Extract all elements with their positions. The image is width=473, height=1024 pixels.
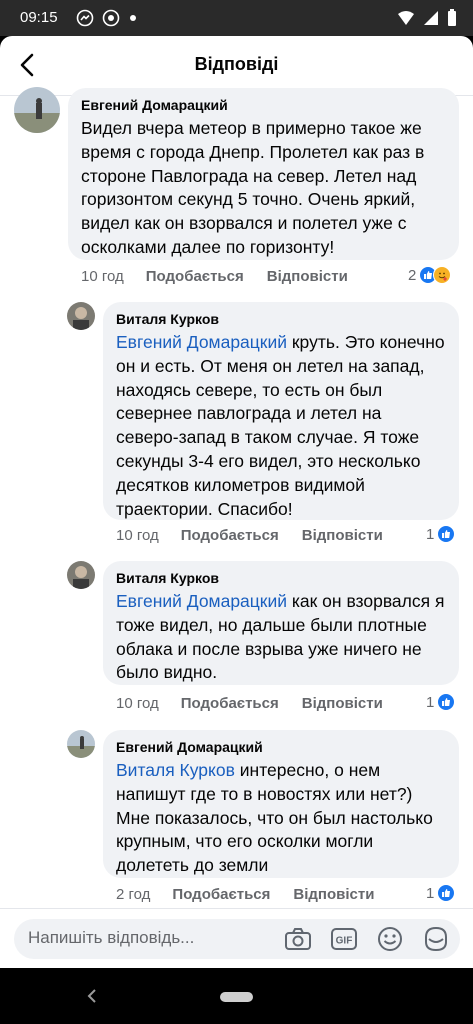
reply-button[interactable]: Відповісти bbox=[302, 695, 383, 712]
comment-bubble[interactable]: Виталя Курков Евгений Домарацкий как он … bbox=[103, 561, 459, 685]
comment-text: Евгений Домарацкий как он взорвался я то… bbox=[116, 590, 447, 685]
home-pill[interactable] bbox=[220, 992, 253, 1002]
reply-button[interactable]: Відповісти bbox=[293, 886, 374, 903]
mention-link[interactable]: Евгений Домарацкий bbox=[116, 591, 287, 611]
reaction-count: 1 bbox=[426, 884, 435, 902]
status-app-icons bbox=[76, 9, 138, 27]
status-system-icons bbox=[397, 9, 457, 27]
comment-author[interactable]: Виталя Курков bbox=[116, 569, 447, 587]
comment-author[interactable]: Евгений Домарацкий bbox=[116, 738, 447, 756]
status-time: 09:15 bbox=[20, 9, 58, 26]
like-button[interactable]: Подобається bbox=[146, 268, 244, 285]
gif-icon[interactable]: GIF bbox=[329, 925, 359, 953]
svg-text:GIF: GIF bbox=[336, 936, 353, 947]
comment-time: 10 год bbox=[116, 695, 159, 712]
avatar[interactable] bbox=[14, 87, 60, 133]
header: Відповіді bbox=[0, 36, 473, 96]
wifi-icon bbox=[398, 11, 414, 25]
like-button[interactable]: Подобається bbox=[181, 527, 279, 544]
reaction-count: 2 bbox=[408, 266, 417, 284]
avatar[interactable] bbox=[67, 561, 95, 589]
notification-dot-icon bbox=[130, 15, 136, 21]
like-reaction-icon bbox=[437, 693, 456, 711]
comment-time: 2 год bbox=[116, 886, 151, 903]
sticker-icon[interactable] bbox=[421, 925, 451, 953]
comment-actions: 10 год Подобається Відповісти bbox=[116, 527, 383, 544]
comment-bubble[interactable]: Евгений Домарацкий Виталя Курков интерес… bbox=[103, 730, 459, 878]
reply-button[interactable]: Відповісти bbox=[302, 527, 383, 544]
reaction-count: 1 bbox=[426, 693, 435, 711]
reply-button[interactable]: Відповісти bbox=[267, 268, 348, 285]
replies-sheet: Відповіді Евгений Домарацкий Видел вчера… bbox=[0, 36, 473, 968]
avatar[interactable] bbox=[67, 730, 95, 758]
reply-composer: GIF bbox=[0, 908, 473, 968]
system-back-icon[interactable] bbox=[86, 988, 98, 1004]
messenger-icon bbox=[76, 9, 94, 27]
like-reaction-icon bbox=[437, 884, 456, 902]
mention-link[interactable]: Виталя Курков bbox=[116, 760, 235, 780]
camera-icon[interactable] bbox=[283, 925, 313, 953]
comment-body: круть. Это конечно он и есть. От меня он… bbox=[116, 332, 445, 519]
emoji-icon[interactable] bbox=[375, 925, 405, 953]
reply-input[interactable] bbox=[14, 919, 274, 957]
comment-bubble[interactable]: Виталя Курков Евгений Домарацкий круть. … bbox=[103, 302, 459, 520]
battery-icon bbox=[448, 9, 456, 26]
comment-author[interactable]: Евгений Домарацкий bbox=[81, 96, 447, 114]
reactions[interactable]: 1 bbox=[426, 693, 456, 711]
comment-text: Евгений Домарацкий круть. Это конечно он… bbox=[116, 331, 447, 521]
comment-text: Виталя Курков интересно, о нем напишут г… bbox=[116, 759, 447, 878]
comment-time: 10 год bbox=[116, 527, 159, 544]
comment-actions: 10 год Подобається Відповісти bbox=[81, 268, 348, 285]
reactions[interactable]: 1 bbox=[426, 884, 456, 902]
comment-time: 10 год bbox=[81, 268, 124, 285]
reaction-count: 1 bbox=[426, 525, 435, 543]
comment-actions: 10 год Подобається Відповісти bbox=[116, 695, 383, 712]
comment-text: Видел вчера метеор в примерно такое же в… bbox=[81, 118, 425, 257]
chrome-icon bbox=[102, 9, 120, 27]
system-navigation-bar bbox=[0, 968, 473, 1024]
comment-author[interactable]: Виталя Курков bbox=[116, 310, 447, 328]
page-title: Відповіді bbox=[194, 54, 279, 74]
care-reaction-icon bbox=[433, 266, 452, 284]
reactions[interactable]: 1 bbox=[426, 525, 456, 543]
like-button[interactable]: Подобається bbox=[172, 886, 270, 903]
reactions[interactable]: 2 bbox=[408, 266, 452, 284]
mention-link[interactable]: Евгений Домарацкий bbox=[116, 332, 287, 352]
signal-icon bbox=[424, 11, 438, 25]
avatar[interactable] bbox=[67, 302, 95, 330]
like-reaction-icon bbox=[437, 525, 456, 543]
status-bar: 09:15 bbox=[0, 0, 473, 36]
like-button[interactable]: Подобається bbox=[181, 695, 279, 712]
comment-bubble[interactable]: Евгений Домарацкий Видел вчера метеор в … bbox=[68, 88, 459, 260]
comment-actions: 2 год Подобається Відповісти bbox=[116, 886, 374, 903]
